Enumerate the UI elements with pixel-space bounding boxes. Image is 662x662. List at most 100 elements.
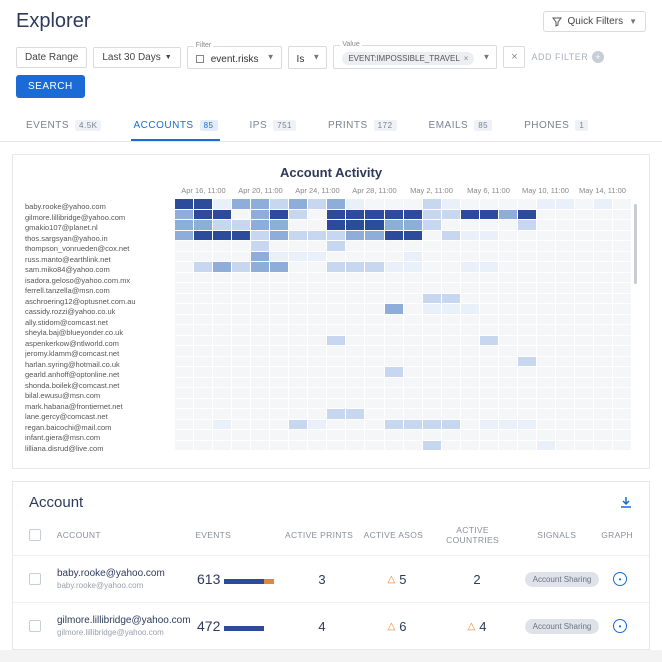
heatmap-cell[interactable]	[213, 399, 231, 409]
heatmap-cell[interactable]	[327, 325, 345, 335]
heatmap-cell[interactable]	[404, 388, 422, 398]
heatmap-cell[interactable]	[537, 378, 555, 388]
heatmap-cell[interactable]	[327, 210, 345, 220]
heatmap-cell[interactable]	[194, 367, 212, 377]
heatmap-cell[interactable]	[442, 231, 460, 241]
add-filter-button[interactable]: ADD FILTER +	[531, 51, 604, 63]
heatmap-cell[interactable]	[613, 388, 631, 398]
heatmap-cell[interactable]	[327, 367, 345, 377]
heatmap-cell[interactable]	[537, 430, 555, 440]
heatmap-cell[interactable]	[327, 409, 345, 419]
heatmap-cell[interactable]	[175, 441, 193, 451]
heatmap-cell[interactable]	[194, 315, 212, 325]
heatmap-cell[interactable]	[308, 220, 326, 230]
heatmap-cell[interactable]	[270, 430, 288, 440]
heatmap-cell[interactable]	[385, 441, 403, 451]
heatmap-cell[interactable]	[480, 430, 498, 440]
heatmap-cell[interactable]	[213, 231, 231, 241]
heatmap-cell[interactable]	[594, 420, 612, 430]
heatmap-cell[interactable]	[327, 420, 345, 430]
heatmap-cell[interactable]	[518, 388, 536, 398]
heatmap-cell[interactable]	[461, 441, 479, 451]
graph-button[interactable]: •	[613, 619, 627, 633]
heatmap-cell[interactable]	[442, 273, 460, 283]
heatmap-cell[interactable]	[556, 357, 574, 367]
heatmap-cell[interactable]	[575, 210, 593, 220]
heatmap-cell[interactable]	[442, 409, 460, 419]
heatmap-cell[interactable]	[423, 315, 441, 325]
heatmap-cell[interactable]	[575, 294, 593, 304]
heatmap-cell[interactable]	[385, 409, 403, 419]
heatmap-cell[interactable]	[308, 294, 326, 304]
heatmap-cell[interactable]	[575, 346, 593, 356]
heatmap-cell[interactable]	[499, 441, 517, 451]
heatmap-cell[interactable]	[556, 231, 574, 241]
heatmap-cell[interactable]	[442, 378, 460, 388]
heatmap-cell[interactable]	[270, 210, 288, 220]
heatmap-cell[interactable]	[365, 199, 383, 209]
heatmap-cell[interactable]	[175, 399, 193, 409]
heatmap-cell[interactable]	[346, 252, 364, 262]
heatmap-cell[interactable]	[594, 441, 612, 451]
heatmap-cell[interactable]	[365, 220, 383, 230]
heatmap-cell[interactable]	[594, 262, 612, 272]
heatmap-cell[interactable]	[518, 399, 536, 409]
heatmap-cell[interactable]	[594, 409, 612, 419]
heatmap-cell[interactable]	[194, 388, 212, 398]
heatmap-cell[interactable]	[289, 346, 307, 356]
heatmap-cell[interactable]	[575, 378, 593, 388]
heatmap-cell[interactable]	[232, 409, 250, 419]
heatmap-cell[interactable]	[404, 441, 422, 451]
heatmap-cell[interactable]	[461, 315, 479, 325]
heatmap-cell[interactable]	[461, 357, 479, 367]
heatmap-cell[interactable]	[232, 336, 250, 346]
heatmap-cell[interactable]	[613, 252, 631, 262]
heatmap-cell[interactable]	[461, 210, 479, 220]
heatmap-cell[interactable]	[194, 378, 212, 388]
heatmap-cell[interactable]	[442, 441, 460, 451]
heatmap-cell[interactable]	[289, 420, 307, 430]
heatmap-cell[interactable]	[442, 388, 460, 398]
heatmap-cell[interactable]	[251, 420, 269, 430]
heatmap-cell[interactable]	[175, 241, 193, 251]
heatmap-cell[interactable]	[537, 367, 555, 377]
heatmap-cell[interactable]	[404, 231, 422, 241]
heatmap-cell[interactable]	[327, 346, 345, 356]
heatmap-cell[interactable]	[575, 304, 593, 314]
heatmap-cell[interactable]	[251, 199, 269, 209]
heatmap-cell[interactable]	[194, 336, 212, 346]
heatmap-cell[interactable]	[461, 304, 479, 314]
heatmap-cell[interactable]	[213, 283, 231, 293]
heatmap-cell[interactable]	[289, 210, 307, 220]
heatmap-cell[interactable]	[385, 304, 403, 314]
heatmap-cell[interactable]	[289, 315, 307, 325]
heatmap-cell[interactable]	[480, 220, 498, 230]
heatmap-cell[interactable]	[270, 325, 288, 335]
heatmap-cell[interactable]	[556, 420, 574, 430]
heatmap-cell[interactable]	[556, 294, 574, 304]
tab-events[interactable]: EVENTS4.5K	[24, 112, 103, 141]
heatmap-cell[interactable]	[613, 294, 631, 304]
heatmap-cell[interactable]	[365, 357, 383, 367]
heatmap-cell[interactable]	[251, 357, 269, 367]
heatmap-cell[interactable]	[385, 399, 403, 409]
heatmap-cell[interactable]	[480, 325, 498, 335]
heatmap-cell[interactable]	[270, 315, 288, 325]
heatmap-cell[interactable]	[213, 336, 231, 346]
heatmap-cell[interactable]	[423, 346, 441, 356]
heatmap-cell[interactable]	[270, 378, 288, 388]
heatmap-cell[interactable]	[613, 441, 631, 451]
heatmap-cell[interactable]	[537, 220, 555, 230]
heatmap-cell[interactable]	[308, 252, 326, 262]
heatmap-cell[interactable]	[461, 241, 479, 251]
heatmap-cell[interactable]	[404, 367, 422, 377]
heatmap-cell[interactable]	[594, 241, 612, 251]
heatmap-cell[interactable]	[385, 241, 403, 251]
heatmap-cell[interactable]	[346, 399, 364, 409]
heatmap-cell[interactable]	[480, 388, 498, 398]
heatmap-cell[interactable]	[537, 273, 555, 283]
heatmap-cell[interactable]	[594, 399, 612, 409]
heatmap-cell[interactable]	[194, 430, 212, 440]
heatmap-cell[interactable]	[594, 283, 612, 293]
heatmap-cell[interactable]	[556, 346, 574, 356]
